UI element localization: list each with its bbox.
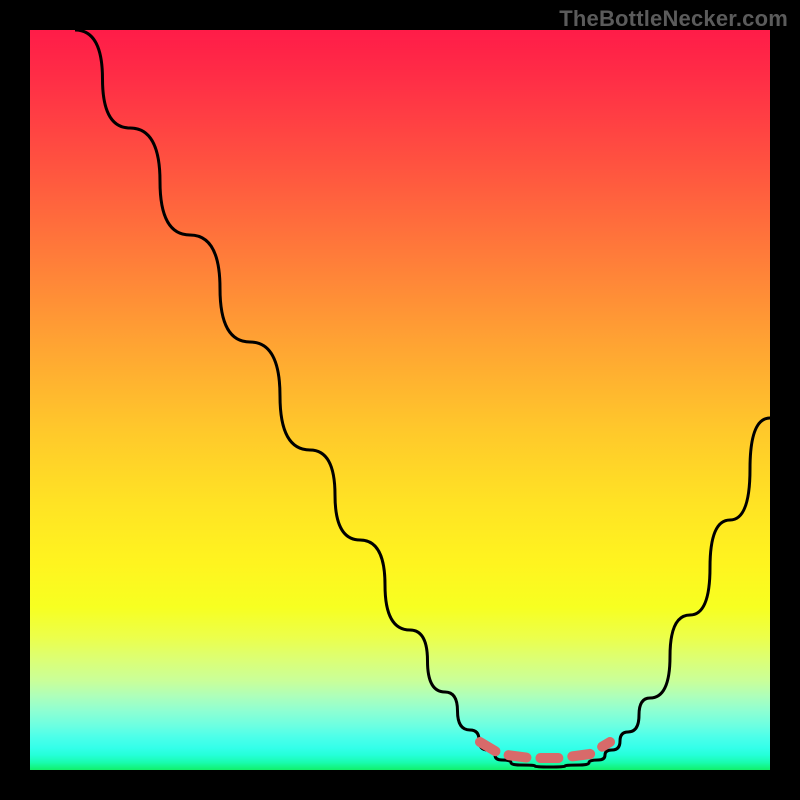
- plot-area: [30, 30, 770, 770]
- chart-frame: TheBottleNecker.com: [0, 0, 800, 800]
- optimal-zone-marker: [480, 742, 610, 758]
- curve-layer: [30, 30, 770, 770]
- watermark-text: TheBottleNecker.com: [559, 6, 788, 32]
- bottleneck-curve: [75, 30, 770, 767]
